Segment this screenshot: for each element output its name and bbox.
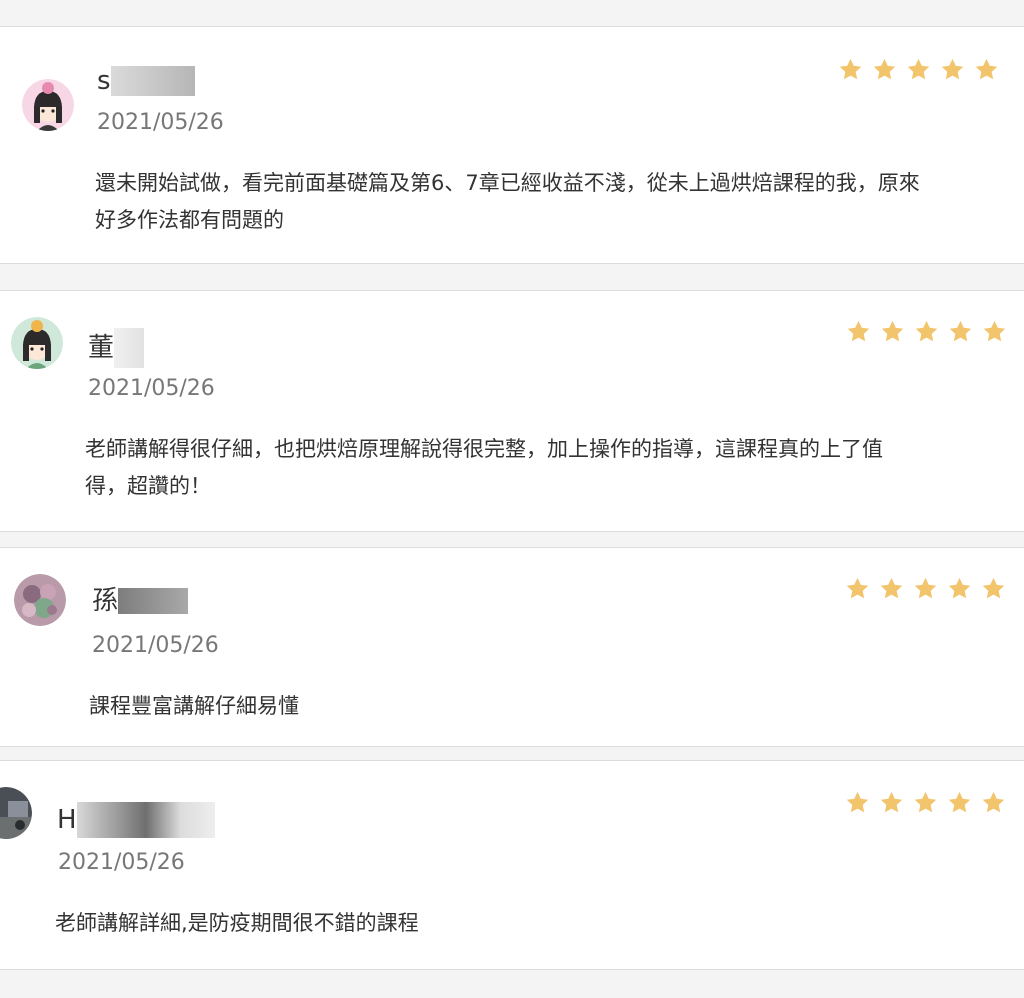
star-icon — [880, 577, 903, 599]
redacted-name-blur — [76, 802, 215, 838]
star-icon — [982, 791, 1005, 813]
review-comment: 課程豐富講解仔細易懂 — [89, 694, 299, 718]
reviewer-name: 孫 — [92, 586, 189, 616]
review-card: H 2021/05/26 老師講解詳細,是防疫期間很不錯的課程 — [0, 760, 1024, 970]
star-icon — [881, 320, 904, 342]
star-icon — [975, 58, 998, 80]
star-icon — [907, 58, 930, 80]
reviewer-name: s — [97, 66, 195, 96]
star-rating — [845, 576, 1006, 601]
review-comment: 老師講解得很仔細，也把烘焙原理解說得很完整，加上操作的指導，這課程真的上了值 得… — [85, 437, 883, 498]
redacted-name-blur — [114, 328, 145, 368]
user-avatar[interactable] — [14, 574, 66, 626]
star-icon — [847, 320, 870, 342]
review-comment: 還未開始試做，看完前面基礎篇及第6、7章已經收益不淺，從未上過烘焙課程的我，原來… — [95, 171, 920, 232]
review-date: 2021/05/26 — [92, 633, 219, 658]
user-avatar[interactable] — [22, 79, 74, 131]
review-card: 董 2021/05/26 老師講解得很仔細，也把烘焙原理解說得很完整，加上操作的… — [0, 290, 1024, 532]
user-avatar[interactable] — [11, 317, 63, 369]
review-card: 孫 2021/05/26 課程豐富講解仔細易懂 — [0, 547, 1024, 747]
reviewer-name: 董 — [88, 328, 145, 368]
reviewer-name: H — [57, 802, 215, 838]
user-avatar[interactable] — [0, 787, 32, 839]
star-icon — [941, 58, 964, 80]
star-icon — [915, 320, 938, 342]
star-icon — [873, 58, 896, 80]
review-card: s 2021/05/26 還未開始試做，看完前面基礎篇及第6、7章已經收益不淺，… — [0, 26, 1024, 264]
star-icon — [839, 58, 862, 80]
review-date: 2021/05/26 — [97, 110, 224, 135]
star-icon — [982, 577, 1005, 599]
star-icon — [914, 577, 937, 599]
star-rating — [845, 790, 1006, 815]
review-comment: 老師講解詳細,是防疫期間很不錯的課程 — [55, 911, 419, 935]
star-rating — [838, 57, 999, 82]
review-date: 2021/05/26 — [88, 376, 215, 401]
star-icon — [948, 577, 971, 599]
star-icon — [846, 791, 869, 813]
star-icon — [949, 320, 972, 342]
star-icon — [948, 791, 971, 813]
redacted-name-blur — [118, 588, 189, 614]
star-icon — [983, 320, 1006, 342]
review-date: 2021/05/26 — [58, 850, 185, 875]
star-icon — [880, 791, 903, 813]
star-rating — [846, 319, 1007, 344]
star-icon — [914, 791, 937, 813]
star-icon — [846, 577, 869, 599]
redacted-name-blur — [110, 66, 195, 96]
